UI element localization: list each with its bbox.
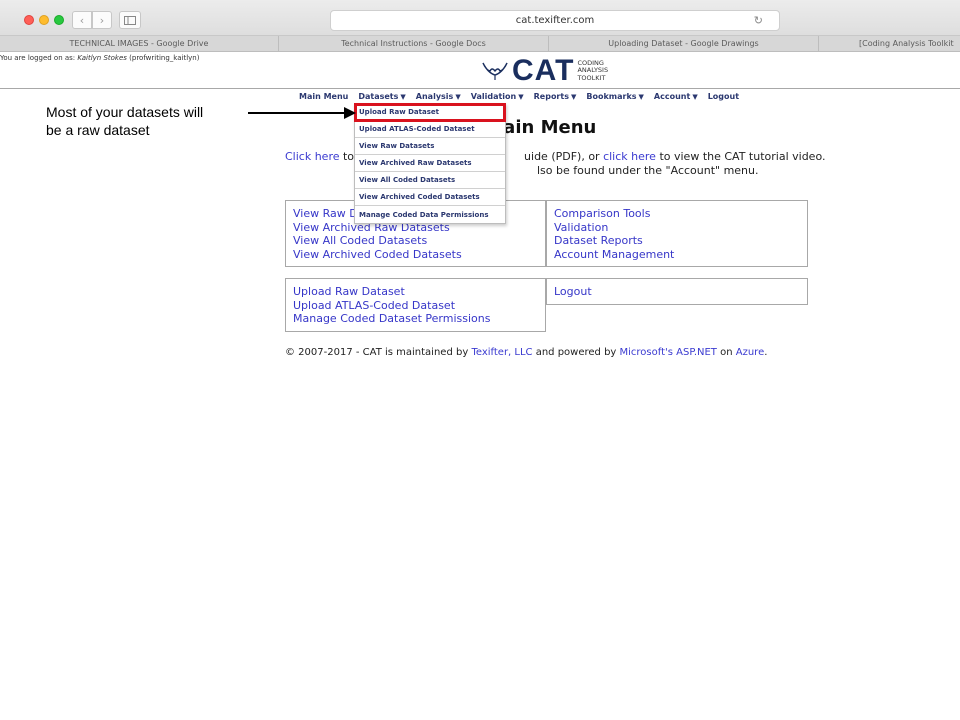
caret-down-icon: ▼ <box>638 93 644 101</box>
header-divider <box>0 88 960 89</box>
nav-main-menu[interactable]: Main Menu <box>299 92 348 104</box>
back-button[interactable]: ‹ <box>72 11 92 29</box>
annotation-line1: Most of your datasets will <box>46 104 204 120</box>
sidebar-toggle-button[interactable] <box>119 11 141 29</box>
link-comparison-tools[interactable]: Comparison Tools <box>554 207 800 221</box>
address-bar[interactable]: cat.texifter.com ↻ <box>330 10 780 31</box>
menu-item-view-all-coded-datasets[interactable]: View All Coded Datasets <box>355 172 505 189</box>
tab-technical-images[interactable]: TECHNICAL IMAGES - Google Drive <box>0 36 279 51</box>
zoom-window-button[interactable] <box>54 15 64 25</box>
link-dataset-reports[interactable]: Dataset Reports <box>554 234 800 248</box>
logged-in-status: You are logged on as: Kaitlyn Stokes (pr… <box>0 54 199 62</box>
nav-account-label: Account <box>653 92 691 101</box>
tab-coding-analysis-toolkit[interactable]: [Coding Analysis Toolkit <box>819 36 960 51</box>
footer-text-d: . <box>764 347 768 358</box>
url-text: cat.texifter.com <box>515 15 595 26</box>
footer-text-a: © 2007-2017 - CAT is maintained by <box>285 347 472 358</box>
caret-down-icon: ▼ <box>400 93 406 101</box>
forward-button[interactable]: › <box>92 11 112 29</box>
browser-titlebar: ‹ › cat.texifter.com ↻ <box>0 0 960 36</box>
page-title: lain Menu <box>497 117 597 138</box>
nav-analysis-label: Analysis <box>415 92 454 101</box>
link-account-management[interactable]: Account Management <box>554 248 800 262</box>
footer-text-c: on <box>716 347 736 358</box>
intro-text-b: uide (PDF), or <box>524 150 604 163</box>
link-validation[interactable]: Validation <box>554 221 800 235</box>
link-logout[interactable]: Logout <box>554 285 800 299</box>
nav-reports-label: Reports <box>533 92 569 101</box>
logged-in-account: (profwriting_kaitlyn) <box>126 54 200 62</box>
tutorial-video-link[interactable]: click here <box>603 150 656 163</box>
upload-box: Upload Raw Dataset Upload ATLAS-Coded Da… <box>285 278 546 332</box>
logged-in-prefix: You are logged on as: <box>0 54 78 62</box>
nav-logout[interactable]: Logout <box>708 92 739 104</box>
aspnet-link[interactable]: Microsoft's ASP.NET <box>620 347 717 358</box>
menu-item-view-raw-datasets[interactable]: View Raw Datasets <box>355 138 505 155</box>
minimize-window-button[interactable] <box>39 15 49 25</box>
intro-text-c: to view the CAT tutorial video. <box>655 150 826 163</box>
nav-bookmarks-label: Bookmarks <box>586 92 637 101</box>
nav-reports[interactable]: Reports ▼ <box>534 92 577 104</box>
cat-logo[interactable]: CAT CODING ANALYSIS TOOLKIT <box>480 55 608 87</box>
caret-down-icon: ▼ <box>570 93 577 101</box>
texifter-link[interactable]: Texifter, LLC <box>471 347 532 358</box>
menu-item-upload-raw-dataset[interactable]: Upload Raw Dataset <box>354 103 506 122</box>
sidebar-icon <box>124 15 136 25</box>
menu-item-view-archived-coded-datasets[interactable]: View Archived Coded Datasets <box>355 189 505 206</box>
nav-datasets-label: Datasets <box>358 92 399 101</box>
link-upload-raw-dataset[interactable]: Upload Raw Dataset <box>293 285 538 299</box>
intro-text-a: to <box>339 150 355 163</box>
chevron-left-icon: ‹ <box>79 13 85 27</box>
intro-text-line2: lso be found under the "Account" menu. <box>537 164 759 177</box>
close-window-button[interactable] <box>24 15 34 25</box>
tab-uploading-dataset[interactable]: Uploading Dataset - Google Drawings <box>549 36 819 51</box>
nav-bookmarks[interactable]: Bookmarks ▼ <box>586 92 644 104</box>
link-upload-atlas-coded-dataset[interactable]: Upload ATLAS-Coded Dataset <box>293 299 538 313</box>
logo-text: CAT <box>512 54 575 87</box>
guide-link[interactable]: Click here <box>285 150 340 163</box>
azure-link[interactable]: Azure <box>736 347 764 358</box>
link-view-all-coded-datasets[interactable]: View All Coded Datasets <box>293 234 538 248</box>
tab-bar: TECHNICAL IMAGES - Google Drive Technica… <box>0 36 960 52</box>
reload-icon[interactable]: ↻ <box>754 14 763 27</box>
menu-item-upload-atlas-coded-dataset[interactable]: Upload ATLAS-Coded Dataset <box>355 121 505 138</box>
logo-sub-toolkit: TOOLKIT <box>577 73 606 82</box>
logged-in-user: Kaitlyn Stokes <box>77 54 127 62</box>
tab-technical-instructions[interactable]: Technical Instructions - Google Docs <box>279 36 549 51</box>
link-manage-coded-dataset-permissions[interactable]: Manage Coded Dataset Permissions <box>293 312 538 326</box>
caret-down-icon: ▼ <box>518 93 524 101</box>
logo-subtitle: CODING ANALYSIS TOOLKIT <box>577 59 608 83</box>
annotation-callout: Most of your datasets will be a raw data… <box>46 103 246 139</box>
menu-item-manage-coded-data-permissions[interactable]: Manage Coded Data Permissions <box>355 206 505 223</box>
menu-item-view-archived-raw-datasets[interactable]: View Archived Raw Datasets <box>355 155 505 172</box>
tools-box: Comparison Tools Validation Dataset Repo… <box>546 200 808 267</box>
cat-head-icon <box>482 62 508 80</box>
logout-box: Logout <box>546 278 808 305</box>
footer-text-b: and powered by <box>532 347 620 358</box>
link-view-archived-coded-datasets[interactable]: View Archived Coded Datasets <box>293 248 538 262</box>
annotation-line2: be a raw dataset <box>46 122 150 138</box>
nav-validation-label: Validation <box>470 92 517 101</box>
caret-down-icon: ▼ <box>455 93 461 101</box>
caret-down-icon: ▼ <box>692 93 698 101</box>
chevron-right-icon: › <box>99 13 105 27</box>
datasets-dropdown-menu: Upload Raw Dataset Upload ATLAS-Coded Da… <box>354 103 506 224</box>
nav-account[interactable]: Account ▼ <box>654 92 698 104</box>
annotation-arrow-icon <box>248 107 356 119</box>
footer: © 2007-2017 - CAT is maintained by Texif… <box>285 347 767 358</box>
